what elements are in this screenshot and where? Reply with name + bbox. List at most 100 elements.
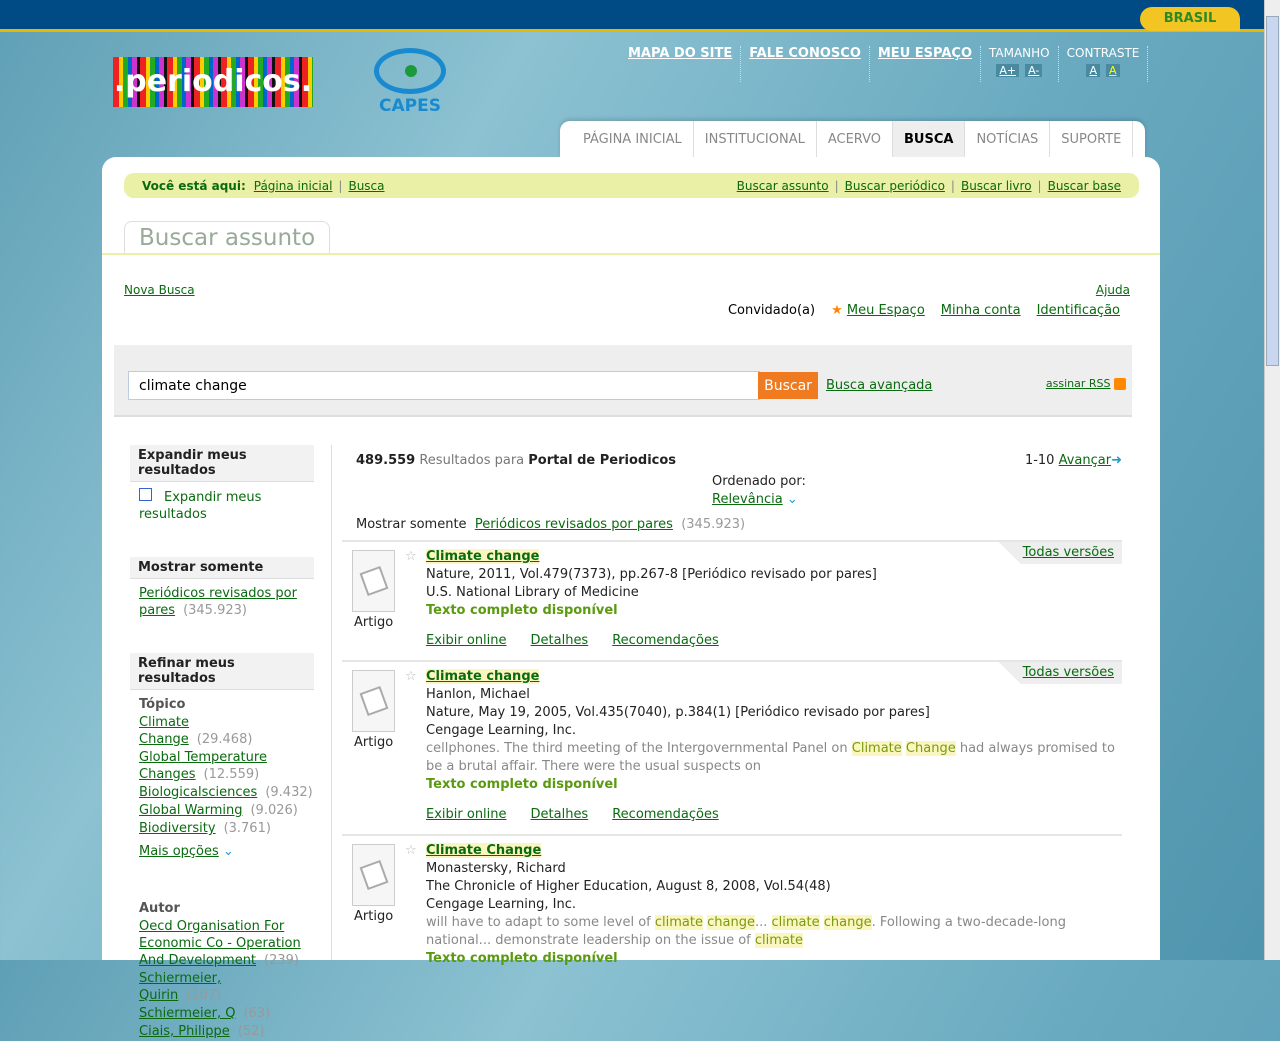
font-increase-button[interactable]: A+ — [996, 64, 1020, 77]
document-icon[interactable] — [352, 844, 395, 906]
range: 1-10 — [1024, 453, 1055, 468]
all-versions-link[interactable]: Todas versões — [1023, 545, 1114, 560]
result-action-0[interactable]: Exibir online — [426, 806, 507, 824]
breadcrumb-busca[interactable]: Busca — [348, 179, 384, 193]
buscar-assunto-link[interactable]: Buscar assunto — [737, 179, 829, 193]
top-links: MAPA DO SITE FALE CONOSCO MEU ESPAÇO TAM… — [620, 46, 1149, 82]
document-icon[interactable] — [352, 550, 395, 612]
favorite-star-icon[interactable]: ☆ — [405, 668, 417, 686]
result-meta: Nature, 2011, Vol.479(7373), pp.267-8 [P… — [426, 567, 877, 582]
search-bar: Buscar Busca avançada assinar RSS — [114, 345, 1132, 417]
result-item: Artigo ☆ Climate change Nature, 2011, Vol.4… — [342, 540, 1122, 660]
rss-icon[interactable] — [1114, 378, 1126, 390]
page-title: Buscar assunto — [124, 221, 331, 254]
star-icon: ★ — [831, 303, 843, 318]
document-icon[interactable] — [352, 670, 395, 732]
identificacao-link[interactable]: Identificação — [1037, 303, 1120, 318]
result-title[interactable]: Climate change — [426, 669, 539, 684]
help-link[interactable]: Ajuda — [1096, 283, 1130, 297]
result-type: Artigo — [354, 909, 394, 924]
result-meta: U.S. National Library of Medicine — [426, 585, 639, 600]
show-heading: Mostrar somente — [130, 557, 314, 579]
result-actions: Exibir online Detalhes Recomendações — [426, 806, 1122, 824]
result-action-1[interactable]: Detalhes — [531, 806, 589, 824]
search-button[interactable]: Buscar — [758, 372, 818, 399]
brasil-badge[interactable]: BRASIL — [1140, 7, 1240, 31]
facet-item: Schiermeier, Quirin (107) — [139, 970, 305, 1004]
user-name: Convidado(a) — [727, 303, 816, 318]
peer-reviewed-filter[interactable]: Periódicos revisados por pares — [475, 517, 673, 532]
sidebar: Expandir meus resultados Expandir meus r… — [130, 445, 314, 1041]
facet-count: (239) — [264, 953, 300, 968]
search-input[interactable] — [128, 371, 760, 400]
buscar-base-link[interactable]: Buscar base — [1048, 179, 1121, 193]
expand-heading: Expandir meus resultados — [130, 445, 314, 482]
favorite-star-icon[interactable]: ☆ — [405, 842, 417, 860]
periodicos-logo[interactable]: .periodicos. — [113, 57, 313, 107]
arrow-right-icon[interactable]: ➜ — [1111, 453, 1122, 468]
result-item: Artigo ☆ Climate Change Monastersky, Richar… — [342, 834, 1122, 978]
tab-institucional[interactable]: INSTITUCIONAL — [694, 121, 817, 159]
: Climate change — [426, 669, 540, 684]
facet-count: (52) — [237, 1024, 265, 1039]
all-versions-link[interactable]: Todas versões — [1023, 665, 1114, 680]
tab-noticias[interactable]: NOTÍCIAS — [965, 121, 1051, 159]
contrast-normal-button[interactable]: A — [1086, 64, 1100, 77]
result-action-0[interactable]: Exibir online — [426, 632, 507, 650]
topic-filter[interactable]: Climate Change — [139, 715, 189, 747]
tab-busca[interactable]: BUSCA — [893, 121, 966, 159]
result-snippet: cellphones. The third meeting of the Int… — [426, 741, 1115, 774]
result-meta: Monastersky, Richard — [426, 861, 566, 876]
main-nav: PÁGINA INICIAL INSTITUCIONAL ACERVO BUSC… — [560, 121, 1146, 159]
meu-espaco-link[interactable]: Meu Espaço — [847, 303, 925, 318]
facet-item: Global Temperature Changes (12.559) — [139, 749, 305, 783]
result-action-2[interactable]: Recomendações — [612, 806, 719, 824]
favorite-star-icon[interactable]: ☆ — [405, 548, 417, 566]
tab-acervo[interactable]: ACERVO — [817, 121, 894, 159]
buscar-periodico-link[interactable]: Buscar periódico — [845, 179, 945, 193]
font-decrease-button[interactable]: A- — [1025, 64, 1043, 77]
scrollbar[interactable] — [1264, 0, 1280, 960]
checkbox-icon[interactable] — [139, 488, 152, 501]
chevron-down-icon[interactable]: ⌄ — [787, 492, 798, 507]
minha-conta-link[interactable]: Minha conta — [941, 303, 1021, 318]
sort-label: Ordenado por: — [712, 474, 806, 489]
chevron-down-icon[interactable]: ⌄ — [223, 844, 234, 859]
author-filter[interactable]: Ciais, Philippe — [139, 1024, 230, 1039]
result-type: Artigo — [354, 735, 394, 750]
advanced-search-link[interactable]: Busca avançada — [826, 378, 932, 393]
result-action-2[interactable]: Recomendações — [612, 632, 719, 650]
: Climate Change — [426, 843, 542, 858]
facet-item: Ciais, Philippe (52) — [139, 1023, 305, 1040]
user-bar: Convidado(a) ★ Meu Espaço Minha conta Id… — [728, 303, 1120, 318]
new-search-link[interactable]: Nova Busca — [124, 283, 195, 297]
author-filter[interactable]: Schiermeier, Q — [139, 1006, 235, 1021]
contact-link[interactable]: FALE CONOSCO — [749, 46, 861, 61]
result-title[interactable]: Climate change — [426, 549, 539, 564]
scrollbar-thumb[interactable] — [1266, 16, 1279, 366]
rss-link[interactable]: assinar RSS — [1046, 377, 1111, 390]
facet-item: Schiermeier, Q (63) — [139, 1005, 305, 1022]
facet-count: (9.026) — [250, 803, 298, 818]
facet-item: Global Warming (9.026) — [139, 802, 305, 819]
buscar-livro-link[interactable]: Buscar livro — [961, 179, 1032, 193]
tab-pagina-inicial[interactable]: PÁGINA INICIAL — [572, 121, 694, 159]
contrast-high-button[interactable]: A — [1106, 64, 1120, 77]
topic-filter[interactable]: Biodiversity — [139, 821, 216, 836]
topic-filter[interactable]: Global Warming — [139, 803, 242, 818]
result-action-1[interactable]: Detalhes — [531, 632, 589, 650]
my-space-link[interactable]: MEU ESPAÇO — [878, 46, 972, 61]
more-options-link[interactable]: Mais opções — [139, 844, 219, 859]
result-title[interactable]: Climate Change — [426, 843, 541, 858]
topic-filter[interactable]: Biologicalsciences — [139, 785, 257, 800]
next-page-link[interactable]: Avançar — [1059, 453, 1112, 468]
facet-count: (29.468) — [196, 732, 253, 747]
full-text-available: Texto completo disponível — [426, 951, 618, 966]
sort-select[interactable]: Relevância — [712, 492, 783, 507]
result-snippet: will have to adapt to some level of clim… — [426, 915, 1066, 948]
expand-checkbox-label[interactable]: Expandir meus resultados — [139, 490, 261, 522]
site-map-link[interactable]: MAPA DO SITE — [628, 46, 732, 61]
tab-suporte[interactable]: SUPORTE — [1050, 121, 1134, 159]
breadcrumb-home[interactable]: Página inicial — [254, 179, 333, 193]
scope: Portal de Periodicos — [528, 453, 677, 468]
